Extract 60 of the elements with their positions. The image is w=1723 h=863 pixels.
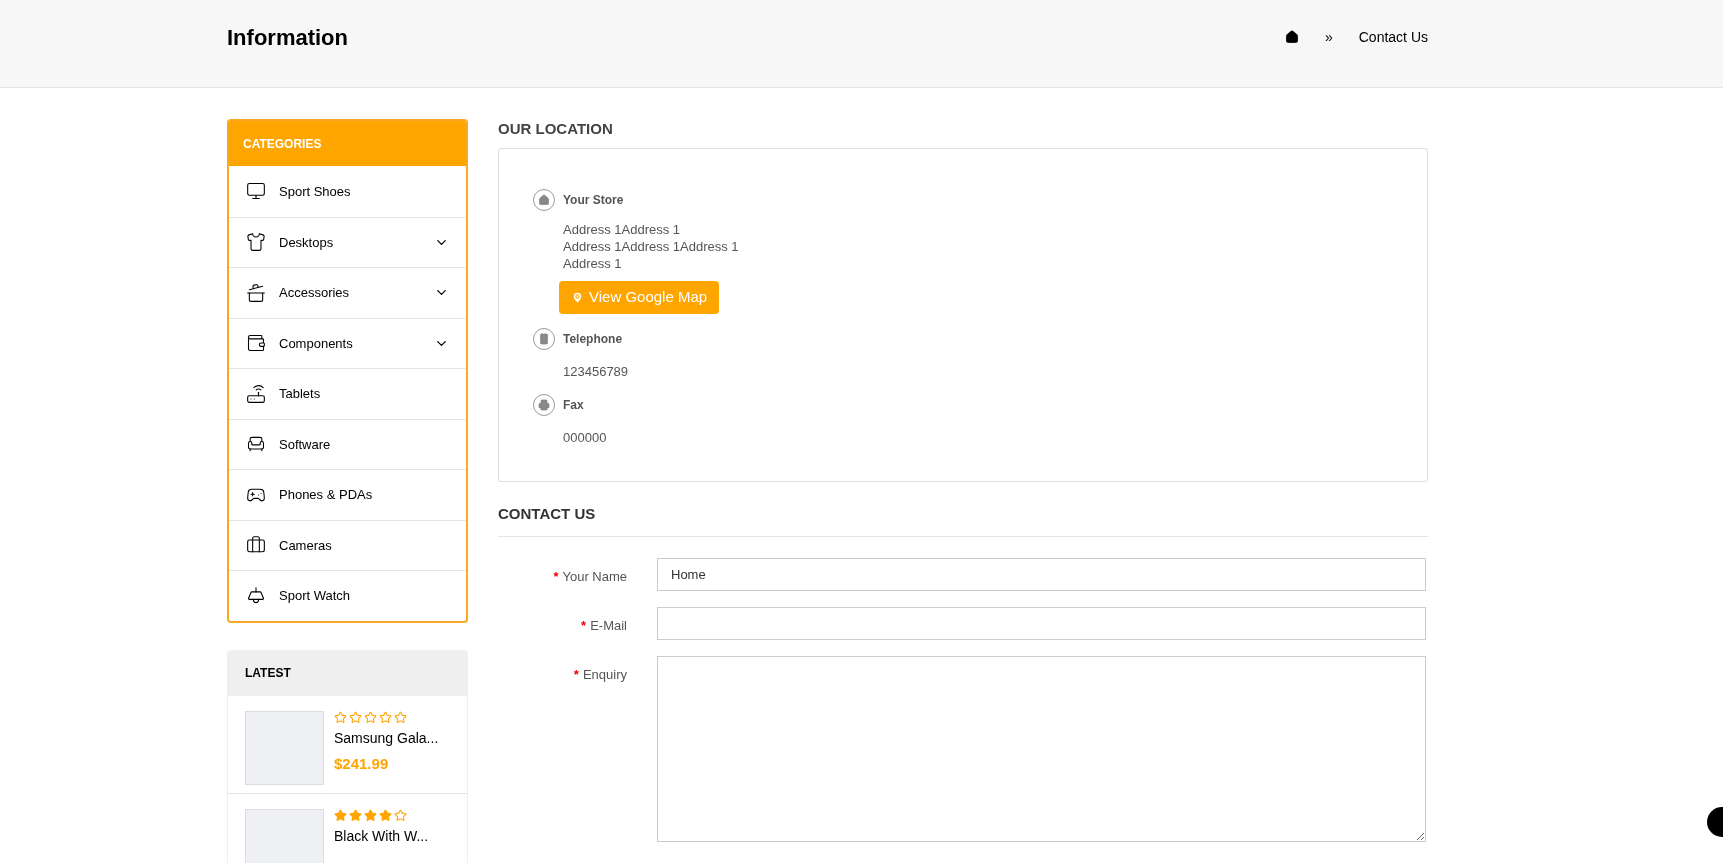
category-label: Sport Shoes [279,182,352,201]
star-icon [364,710,377,724]
star-icon [379,710,392,724]
category-label: Desktops [279,233,335,252]
star-icon [334,808,347,822]
map-pin-icon [571,291,584,304]
input-field[interactable] [657,607,1426,640]
category-label: Tablets [279,385,322,403]
category-label: Accessories [279,284,351,302]
store-label: Your Store [563,192,624,209]
monitor-icon [246,181,266,202]
section-heading: CONTACT US [498,504,597,524]
input-field[interactable]: Home [657,558,1426,591]
fax-value: 000000 [563,428,607,447]
field-label: * Enquiry [572,666,628,684]
telephone-value: 123456789 [563,363,629,381]
categories-title: CATEGORIES [229,121,466,166]
address-line: Address 1 [563,255,623,272]
star-icon [349,710,362,724]
telephone-label: Telephone [563,331,623,348]
product-name[interactable]: Black With W... [334,825,429,847]
router-icon [246,383,266,404]
star-icon [394,710,407,724]
section-heading: OUR LOCATION [498,119,614,139]
page-title: Information [227,23,348,52]
address-line: Address 1Address 1Address 1 [563,238,740,255]
category-label: Cameras [279,536,333,555]
field-label: * Your Name [552,568,628,586]
category-item[interactable]: Software [229,418,466,469]
category-label: Sport Watch [279,587,352,605]
category-label: Phones & PDAs [279,486,374,504]
breadcrumb-link[interactable]: Contact Us [1358,26,1428,48]
category-item[interactable]: Tablets [229,368,466,419]
pot-icon [246,282,266,303]
category-item[interactable]: Cameras [229,519,466,570]
category-item[interactable]: Desktops [229,216,466,267]
product-price: $241.99 [334,753,390,774]
category-item[interactable]: Phones & PDAs [229,469,466,520]
category-label: Components [279,334,354,353]
wallet-icon [246,333,266,354]
shirt-icon [246,232,266,253]
breadcrumb-separator: » [1324,27,1333,47]
category-item[interactable]: Accessories [229,267,466,318]
enquiry-field[interactable] [657,656,1426,842]
category-item[interactable]: Sport Watch [229,570,466,621]
star-icon [334,710,347,724]
address-line: Address 1Address 1 [563,221,682,238]
latest-title: LATEST [228,650,467,696]
category-label: Software [279,435,332,454]
star-icon [364,808,377,822]
category-item[interactable]: Sport Shoes [229,166,466,217]
star-icon [394,808,407,822]
fax-label: Fax [563,396,584,414]
category-item[interactable]: Components [229,317,466,368]
product-name[interactable]: Samsung Gala... [334,727,439,749]
field-label: * E-Mail [580,617,628,635]
home-icon[interactable] [1284,30,1299,44]
lamp-icon [246,585,266,606]
star-icon [379,808,392,822]
star-icon [349,808,362,822]
